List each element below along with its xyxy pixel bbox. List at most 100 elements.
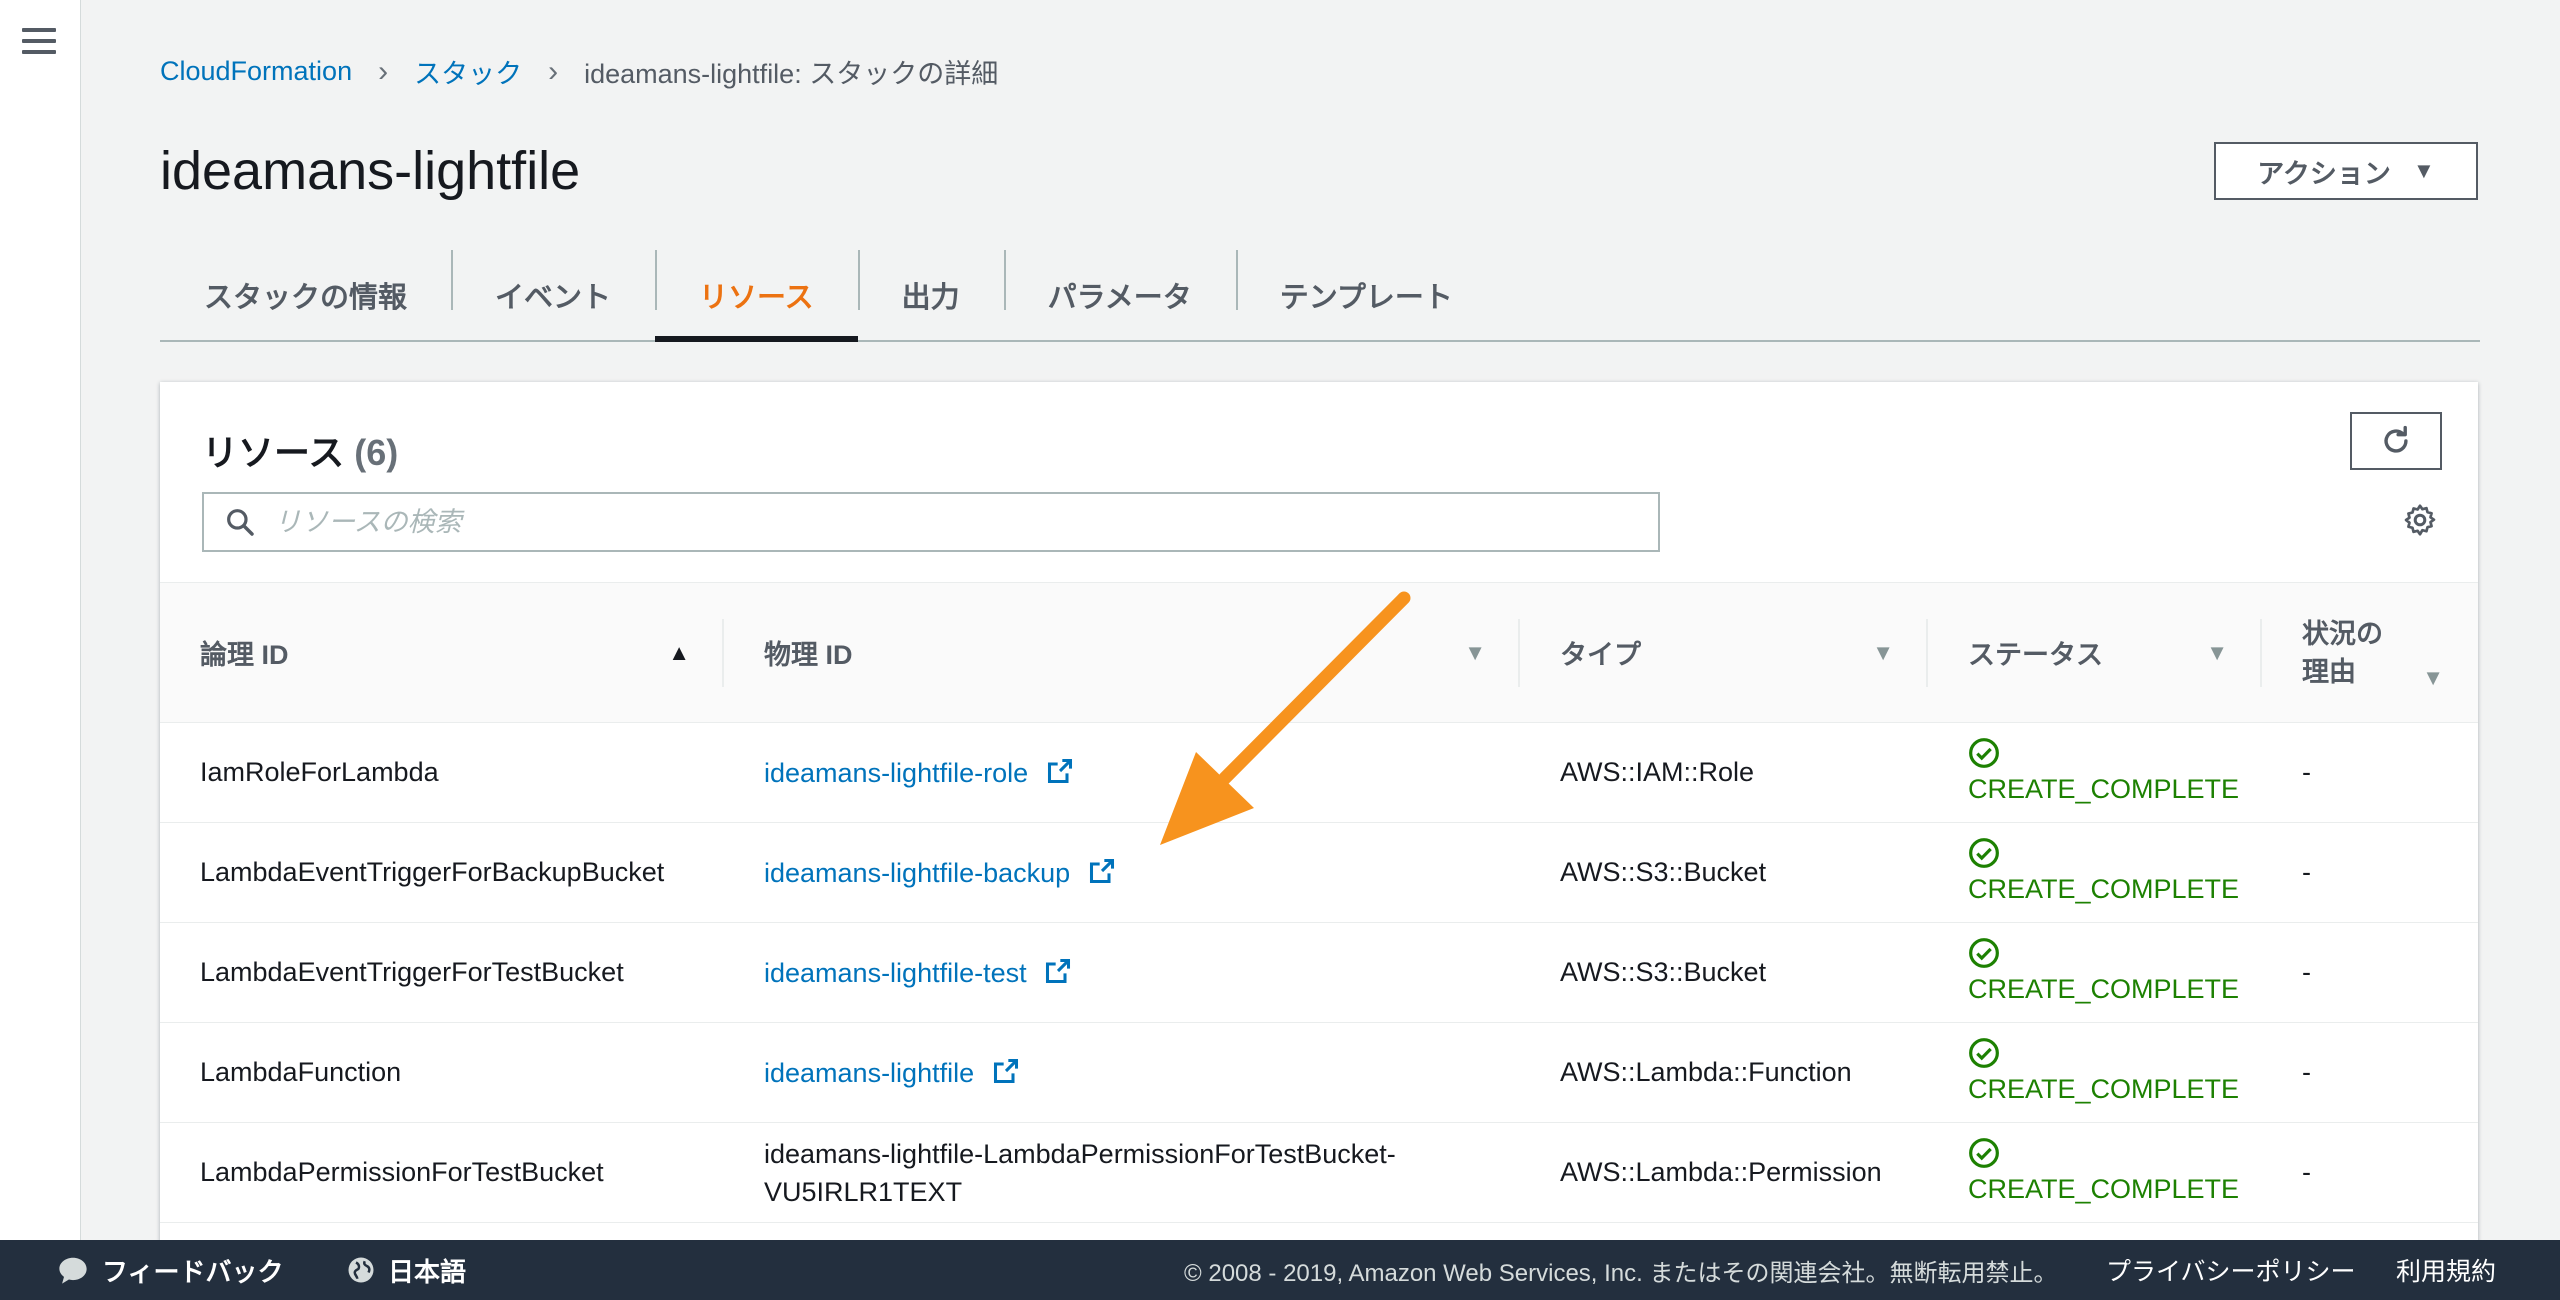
status-text: CREATE_COMPLETE	[1968, 973, 2240, 1004]
column-label: ステータス	[1968, 640, 2103, 670]
column-header-type[interactable]: タイプ ▼	[1520, 582, 1928, 723]
column-label: タイプ	[1560, 640, 1641, 670]
physical-id-link[interactable]: ideamans-lightfile-role	[764, 758, 1028, 788]
sort-ascending-icon[interactable]: ▲	[668, 640, 690, 666]
tab-label: リソース	[699, 282, 814, 314]
physical-id-cell: ideamans-lightfile-backup	[724, 822, 1520, 923]
table-row: LambdaEventTriggerForTestBucket ideamans…	[160, 922, 2478, 1023]
chevron-right-icon: ›	[378, 54, 389, 88]
status-cell: CREATE_COMPLETE	[1928, 1022, 2262, 1123]
external-link-icon[interactable]	[1044, 957, 1072, 985]
success-check-icon	[1969, 737, 1999, 768]
resources-panel-header: リソース (6)	[160, 382, 2478, 582]
copyright-text: © 2008 - 2019, Amazon Web Services, Inc.…	[1184, 1259, 2058, 1287]
globe-icon	[348, 1257, 374, 1283]
language-label: 日本語	[388, 1256, 467, 1287]
sort-icon[interactable]: ▼	[2422, 659, 2444, 697]
table-row: LambdaPermissionForTestBucket ideamans-l…	[160, 1122, 2478, 1223]
tab-outputs[interactable]: 出力	[857, 250, 1004, 340]
tab-stack-info[interactable]: スタックの情報	[160, 250, 451, 340]
external-link-icon[interactable]	[1088, 857, 1116, 885]
feedback-link[interactable]: フィードバック	[56, 1252, 283, 1289]
success-check-icon	[1969, 1037, 1999, 1068]
status-text: CREATE_COMPLETE	[1968, 1173, 2240, 1204]
breadcrumb-stacks-link[interactable]: スタック	[414, 52, 522, 91]
physical-id-cell: ideamans-lightfile	[724, 1022, 1520, 1123]
status-reason-cell: -	[2262, 822, 2478, 923]
type-cell: AWS::IAM::Role	[1520, 722, 1928, 823]
tab-label: スタックの情報	[204, 282, 408, 314]
physical-id-cell: ideamans-lightfile-test	[724, 922, 1520, 1023]
column-header-status[interactable]: ステータス ▼	[1928, 582, 2262, 723]
caret-down-icon: ▼	[2412, 158, 2435, 183]
sort-icon[interactable]: ▼	[2206, 640, 2228, 666]
feedback-label: フィードバック	[102, 1256, 284, 1287]
table-row: LambdaFunction ideamans-lightfile AWS::L…	[160, 1022, 2478, 1123]
table-row: IamRoleForLambda ideamans-lightfile-role…	[160, 722, 2478, 823]
search-icon	[224, 506, 256, 538]
physical-id-link[interactable]: ideamans-lightfile	[764, 1058, 974, 1088]
status-cell: CREATE_COMPLETE	[1928, 822, 2262, 923]
column-label: 状況の	[2302, 618, 2383, 649]
column-header-physical-id[interactable]: 物理 ID ▼	[724, 582, 1520, 723]
tab-label: パラメータ	[1047, 282, 1192, 314]
resources-table: 論理 ID ▲ 物理 ID ▼ タイプ ▼ ステータス ▼ 状況の 理由 ▼ I…	[160, 582, 2478, 1223]
resources-title: リソース	[202, 432, 345, 473]
column-header-status-reason[interactable]: 状況の 理由 ▼	[2262, 582, 2478, 723]
logical-id-cell: IamRoleForLambda	[160, 722, 724, 823]
breadcrumb-current: ideamans-lightfile: スタックの詳細	[584, 59, 999, 89]
physical-id-cell: ideamans-lightfile-LambdaPermissionForTe…	[724, 1122, 1520, 1223]
side-navigation-rail	[0, 0, 81, 1240]
resources-count: (6)	[354, 432, 399, 473]
resource-search-field[interactable]	[202, 492, 1660, 552]
status-reason-cell: -	[2262, 1022, 2478, 1123]
column-label: 論理 ID	[200, 640, 289, 670]
table-header-row: 論理 ID ▲ 物理 ID ▼ タイプ ▼ ステータス ▼ 状況の 理由 ▼	[160, 582, 2478, 723]
external-link-icon[interactable]	[1046, 757, 1074, 785]
external-link-icon[interactable]	[992, 1057, 1020, 1085]
column-label: 物理 ID	[764, 640, 853, 670]
actions-dropdown-button[interactable]: アクション ▼	[2214, 142, 2478, 200]
status-text: CREATE_COMPLETE	[1968, 873, 2240, 904]
logical-id-cell: LambdaFunction	[160, 1022, 724, 1123]
stack-detail-tabs: スタックの情報 イベント リソース 出力 パラメータ テンプレート	[160, 250, 2480, 342]
language-selector[interactable]: 日本語	[346, 1252, 466, 1289]
status-cell: CREATE_COMPLETE	[1928, 922, 2262, 1023]
sort-icon[interactable]: ▼	[1872, 640, 1894, 666]
column-header-logical-id[interactable]: 論理 ID ▲	[160, 582, 724, 723]
terms-of-use-link[interactable]: 利用規約	[2396, 1252, 2496, 1288]
tab-template[interactable]: テンプレート	[1235, 250, 1497, 340]
chevron-right-icon: ›	[548, 54, 559, 88]
status-text: CREATE_COMPLETE	[1968, 773, 2240, 804]
page-title: ideamans-lightfile	[160, 141, 581, 201]
breadcrumb-cloudformation-link[interactable]: CloudFormation	[160, 56, 352, 87]
refresh-button[interactable]	[2350, 412, 2442, 470]
status-reason-cell: -	[2262, 722, 2478, 823]
refresh-icon	[2384, 425, 2408, 453]
status-reason-cell: -	[2262, 922, 2478, 1023]
logical-id-cell: LambdaEventTriggerForTestBucket	[160, 922, 724, 1023]
type-cell: AWS::S3::Bucket	[1520, 922, 1928, 1023]
tab-label: イベント	[495, 282, 612, 314]
tab-parameters[interactable]: パラメータ	[1003, 250, 1236, 340]
tab-resources[interactable]: リソース	[655, 250, 858, 342]
physical-id-link[interactable]: ideamans-lightfile-backup	[764, 858, 1070, 888]
gear-icon[interactable]	[2402, 502, 2438, 538]
logical-id-cell: LambdaEventTriggerForBackupBucket	[160, 822, 724, 923]
type-cell: AWS::Lambda::Function	[1520, 1022, 1928, 1123]
physical-id-link[interactable]: ideamans-lightfile-test	[764, 958, 1027, 988]
privacy-policy-link[interactable]: プライバシーポリシー	[2106, 1252, 2356, 1288]
logical-id-cell: LambdaPermissionForTestBucket	[160, 1122, 724, 1223]
success-check-icon	[1969, 937, 1999, 968]
success-check-icon	[1969, 837, 1999, 868]
sort-icon[interactable]: ▼	[1464, 640, 1486, 666]
breadcrumb: CloudFormation › スタック › ideamans-lightfi…	[160, 52, 998, 91]
tab-label: 出力	[901, 282, 960, 314]
resource-search-input[interactable]	[272, 505, 1576, 539]
tab-label: テンプレート	[1279, 282, 1453, 314]
status-reason-cell: -	[2262, 1122, 2478, 1223]
hamburger-menu-icon[interactable]	[22, 28, 56, 56]
column-label: 理由	[2302, 656, 2356, 687]
tab-events[interactable]: イベント	[451, 250, 655, 340]
resources-heading: リソース (6)	[202, 424, 398, 476]
